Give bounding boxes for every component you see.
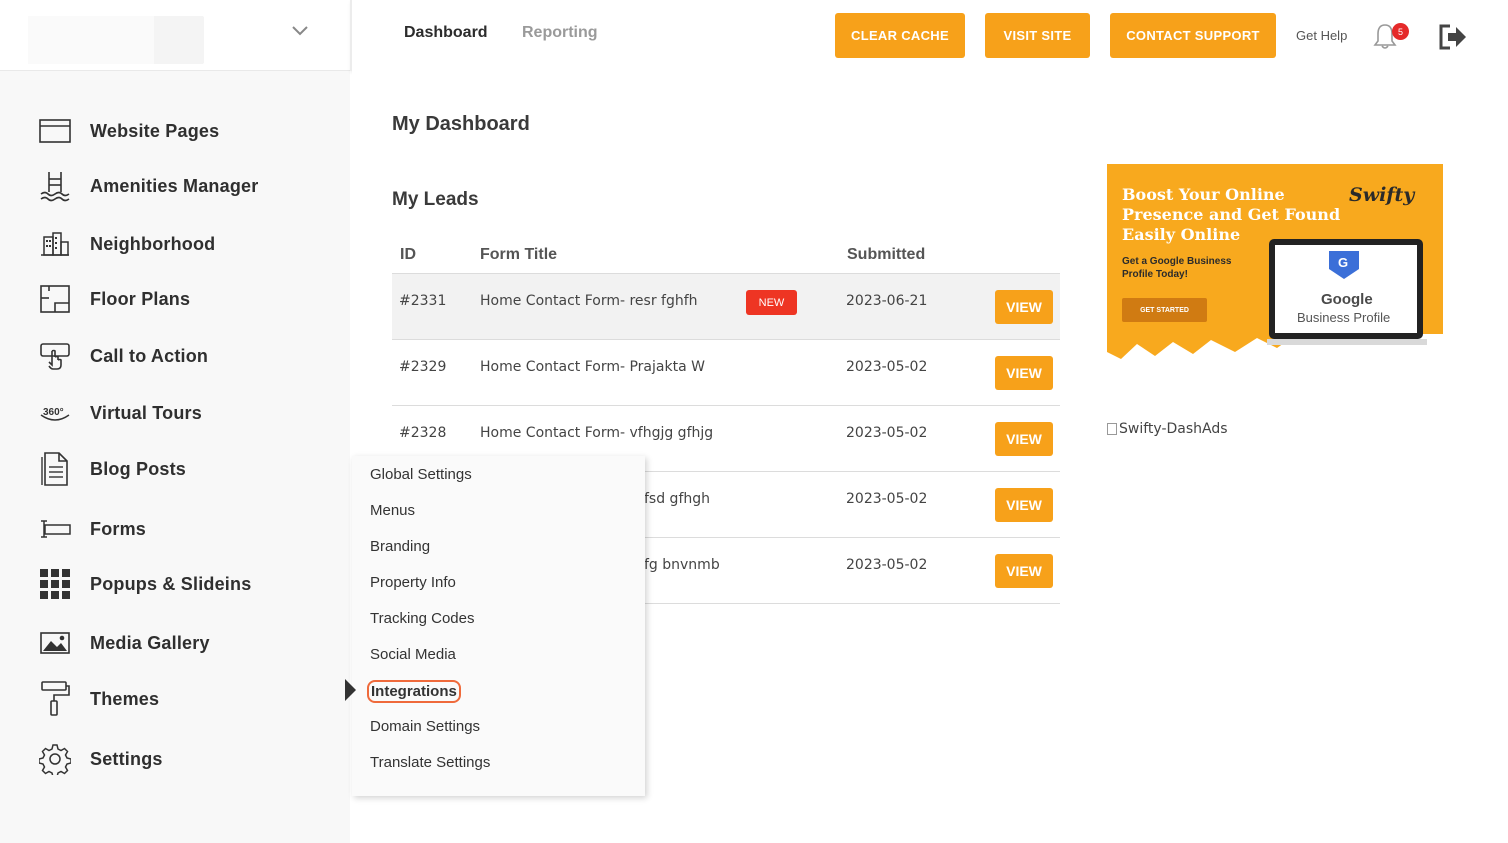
- swifty-logo: Swifty: [1349, 184, 1415, 206]
- google-business-ad-banner[interactable]: Boost Your Online Presence and Get Found…: [1107, 164, 1443, 372]
- top-bar: Dashboard Reporting CLEAR CACHE VISIT SI…: [350, 0, 1508, 71]
- menu-item-translate-settings[interactable]: Translate Settings: [370, 754, 490, 771]
- column-header-id: ID: [400, 246, 416, 263]
- contact-support-button[interactable]: CONTACT SUPPORT: [1110, 13, 1276, 58]
- tab-reporting[interactable]: Reporting: [522, 24, 598, 42]
- gear-icon: [38, 743, 72, 775]
- business-profile-text: Business Profile: [1297, 310, 1391, 325]
- menu-item-global-settings[interactable]: Global Settings: [370, 466, 472, 483]
- view-lead-button[interactable]: VIEW: [995, 488, 1053, 522]
- sidebar-item-amenities-manager[interactable]: Amenities Manager: [38, 168, 258, 204]
- sidebar-item-label: Popups & Slideins: [90, 573, 252, 594]
- sidebar-item-media-gallery[interactable]: Media Gallery: [38, 625, 210, 661]
- page-title: My Dashboard: [392, 113, 530, 135]
- lead-submitted-date: 2023-05-02: [846, 491, 928, 507]
- sidebar-item-virtual-tours[interactable]: 360° Virtual Tours: [38, 395, 202, 431]
- notification-badge: 5: [1392, 23, 1409, 40]
- settings-flyout-menu: Global Settings Menus Branding Property …: [352, 456, 645, 796]
- pointer-click-icon: [38, 340, 72, 372]
- lead-form-title: fg bnvnmb: [644, 557, 720, 573]
- google-logo-text: Google: [1321, 291, 1373, 308]
- menu-item-social-media[interactable]: Social Media: [370, 646, 456, 663]
- view-lead-button[interactable]: VIEW: [995, 554, 1053, 588]
- table-row: #2331 Home Contact Form- resr fghfh NEW …: [392, 274, 1060, 340]
- sidebar-item-label: Amenities Manager: [90, 175, 259, 196]
- sidebar-item-blog-posts[interactable]: Blog Posts: [38, 451, 186, 487]
- svg-text:G: G: [1338, 255, 1348, 270]
- leads-section-title: My Leads: [392, 189, 479, 210]
- menu-item-branding[interactable]: Branding: [370, 538, 430, 555]
- menu-item-menus[interactable]: Menus: [370, 502, 415, 519]
- sidebar-item-label: Blog Posts: [90, 458, 187, 479]
- lead-id: #2329: [399, 359, 447, 375]
- lead-form-title: fsd gfhgh: [644, 491, 711, 507]
- menu-item-domain-settings[interactable]: Domain Settings: [370, 718, 480, 735]
- menu-pointer-arrow: [345, 679, 356, 701]
- sidebar-item-label: Forms: [90, 518, 147, 539]
- lead-submitted-date: 2023-05-02: [846, 557, 928, 573]
- view-lead-button[interactable]: VIEW: [995, 356, 1053, 390]
- sidebar-item-popups-slideins[interactable]: Popups & Slideins: [38, 566, 251, 602]
- lead-id: #2331: [399, 293, 447, 309]
- sidebar: Website Pages Amenities Manager Neighbor…: [0, 71, 350, 843]
- svg-text:360°: 360°: [43, 407, 64, 418]
- floor-plan-icon: [38, 283, 72, 315]
- lead-submitted-date: 2023-05-02: [846, 359, 928, 375]
- sidebar-item-label: Settings: [90, 748, 163, 769]
- new-badge: NEW: [746, 290, 797, 315]
- document-icon: [38, 452, 72, 486]
- 360-view-icon: 360°: [38, 397, 72, 429]
- clear-cache-button[interactable]: CLEAR CACHE: [835, 13, 965, 58]
- logo-area: [0, 0, 350, 71]
- menu-item-tracking-codes[interactable]: Tracking Codes: [370, 610, 475, 627]
- logout-icon[interactable]: [1438, 24, 1468, 50]
- sidebar-item-label: Floor Plans: [90, 288, 191, 309]
- sidebar-item-label: Media Gallery: [90, 632, 210, 653]
- lead-form-title: Home Contact Form- vfhgjg gfhjg: [480, 425, 714, 441]
- sidebar-item-website-pages[interactable]: Website Pages: [38, 113, 219, 149]
- sidebar-item-label: Call to Action: [90, 345, 209, 366]
- visit-site-button[interactable]: VISIT SITE: [985, 13, 1090, 58]
- lead-id: #2328: [399, 425, 447, 441]
- menu-item-property-info[interactable]: Property Info: [370, 574, 456, 591]
- broken-image-alt-text: Swifty-DashAds: [1119, 421, 1228, 437]
- pool-ladder-icon: [38, 170, 72, 202]
- sidebar-item-label: Neighborhood: [90, 233, 216, 254]
- sidebar-item-label: Virtual Tours: [90, 402, 202, 423]
- sidebar-item-call-to-action[interactable]: Call to Action: [38, 338, 208, 374]
- sidebar-item-label: Themes: [90, 688, 160, 709]
- logo[interactable]: [28, 16, 204, 64]
- column-header-form-title: Form Title: [480, 246, 558, 263]
- sidebar-item-label: Website Pages: [90, 120, 220, 141]
- text-field-icon: [38, 513, 72, 545]
- tab-dashboard[interactable]: Dashboard: [404, 24, 488, 42]
- browser-window-icon: [38, 115, 72, 147]
- chevron-down-icon[interactable]: [290, 22, 310, 38]
- ad-heading: Boost Your Online Presence and Get Found…: [1122, 185, 1341, 244]
- broken-image-icon: [1107, 423, 1117, 435]
- grid-icon: [38, 568, 72, 600]
- get-help-link[interactable]: Get Help: [1296, 28, 1347, 43]
- sidebar-item-neighborhood[interactable]: Neighborhood: [38, 226, 215, 262]
- sidebar-item-forms[interactable]: Forms: [38, 511, 146, 547]
- table-row: #2329 Home Contact Form- Prajakta W 2023…: [392, 340, 1060, 406]
- column-header-submitted: Submitted: [847, 246, 926, 263]
- sidebar-item-themes[interactable]: Themes: [38, 681, 159, 717]
- city-buildings-icon: [38, 228, 72, 260]
- table-header-row: ID Form Title Submitted: [392, 238, 1060, 274]
- view-lead-button[interactable]: VIEW: [995, 290, 1053, 324]
- view-lead-button[interactable]: VIEW: [995, 422, 1053, 456]
- lead-form-title: Home Contact Form- resr fghfh: [480, 293, 698, 309]
- ad-subheading: Get a Google Business Profile Today!: [1122, 256, 1232, 280]
- lead-submitted-date: 2023-05-02: [846, 425, 928, 441]
- menu-item-integrations[interactable]: Integrations: [367, 680, 461, 703]
- lead-form-title: Home Contact Form- Prajakta W: [480, 359, 705, 375]
- broken-ad-image: Swifty-DashAds: [1107, 421, 1228, 437]
- sidebar-item-floor-plans[interactable]: Floor Plans: [38, 281, 190, 317]
- image-icon: [38, 627, 72, 659]
- paint-roller-icon: [38, 681, 72, 716]
- lead-submitted-date: 2023-06-21: [846, 293, 928, 309]
- sidebar-item-settings[interactable]: Settings: [38, 741, 163, 777]
